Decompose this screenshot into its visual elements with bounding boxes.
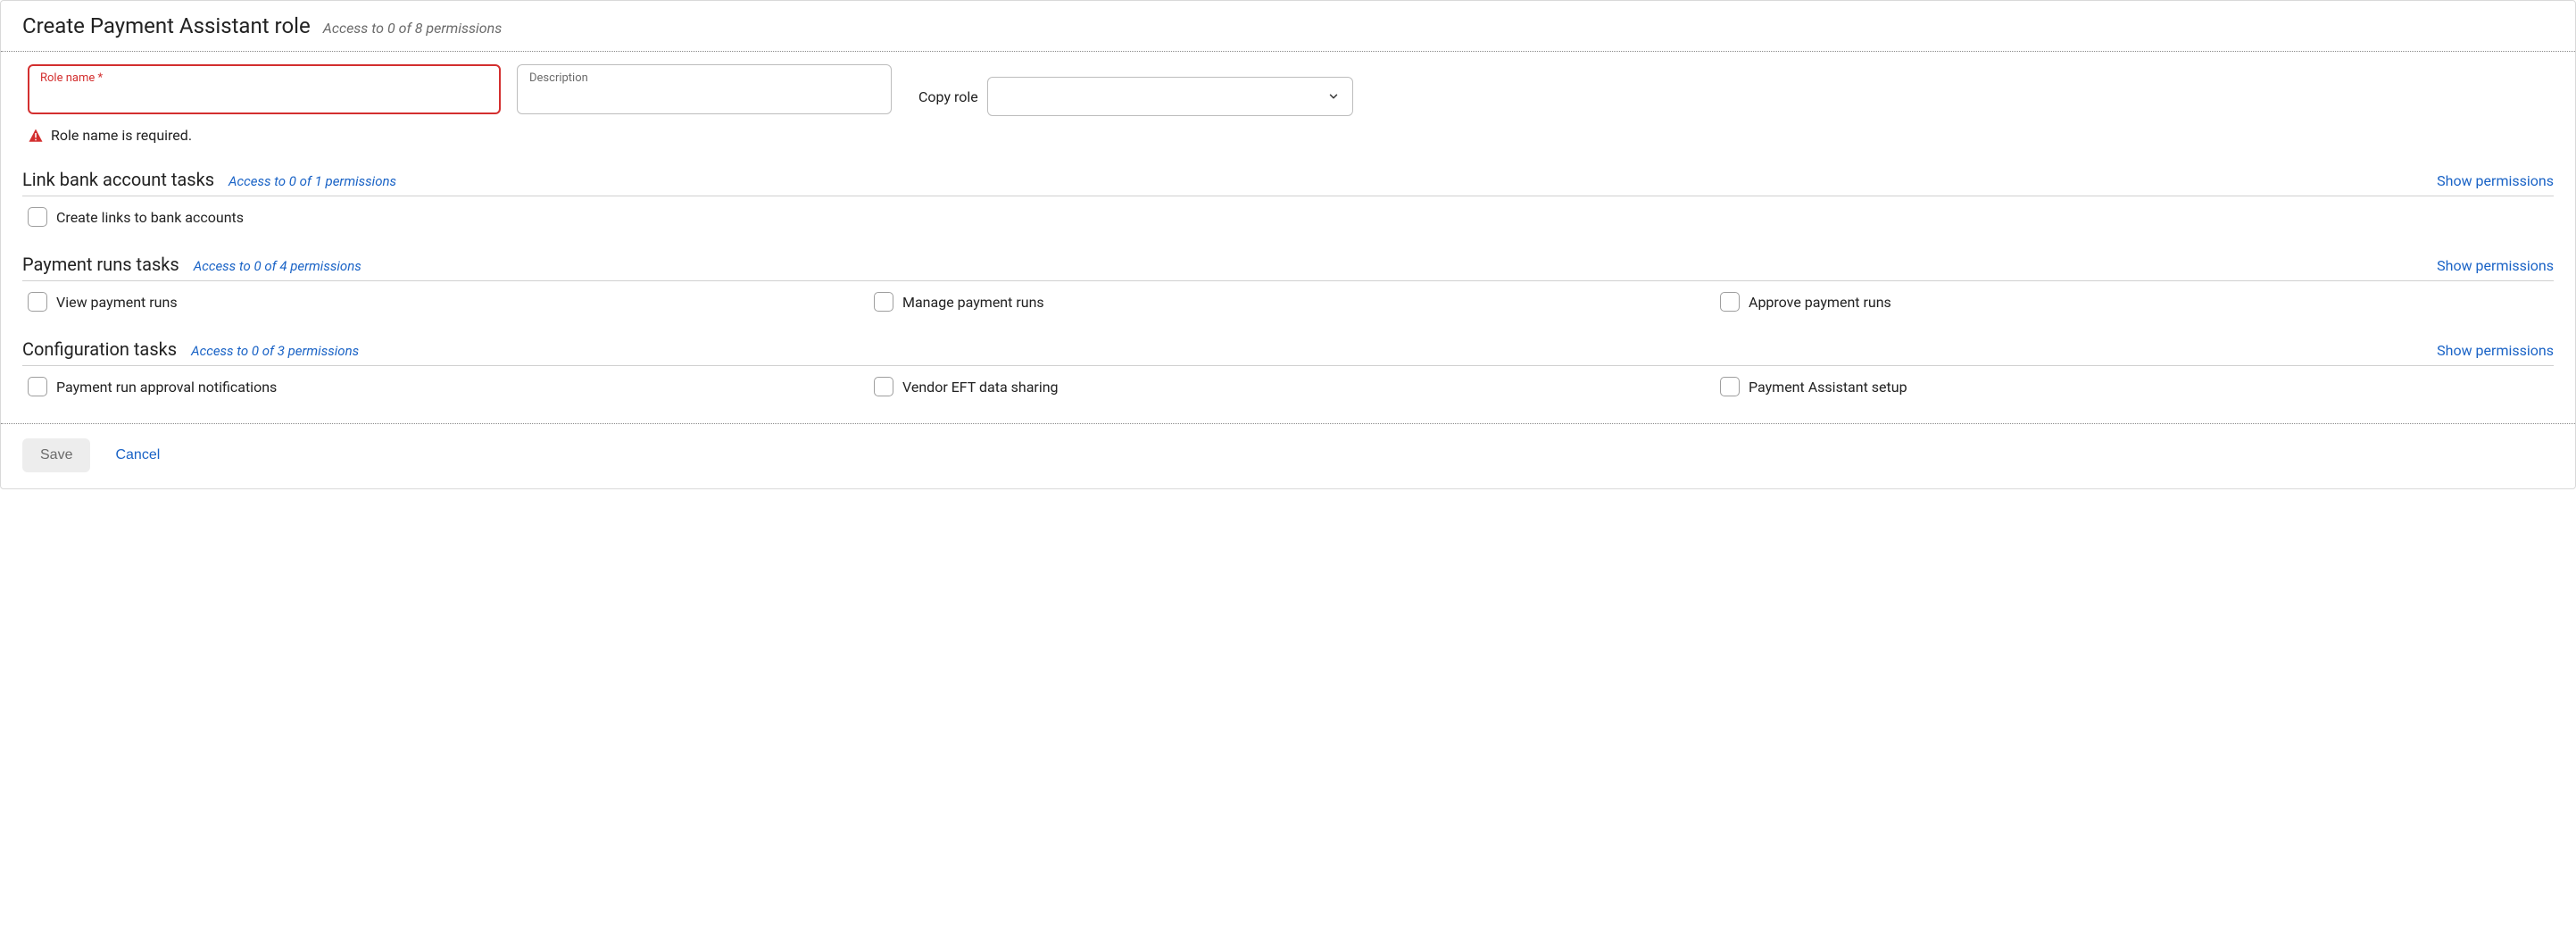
permission-label: Payment run approval notifications: [56, 379, 277, 396]
permission-item-create-links[interactable]: Create links to bank accounts: [28, 207, 856, 227]
copy-role-label: Copy role: [918, 88, 978, 105]
show-permissions-link[interactable]: Show permissions: [2437, 257, 2554, 274]
permission-item-approve-payment-runs[interactable]: Approve payment runs: [1720, 292, 2548, 312]
section-header: Configuration tasks Access to 0 of 3 per…: [22, 338, 2554, 366]
chevron-down-icon: [1327, 90, 1340, 103]
permission-item-payment-assistant-setup[interactable]: Payment Assistant setup: [1720, 377, 2548, 396]
checkbox-create-links[interactable]: [28, 207, 47, 227]
show-permissions-link[interactable]: Show permissions: [2437, 342, 2554, 359]
permission-label: Vendor EFT data sharing: [902, 379, 1059, 396]
checkbox-approve-payment-runs[interactable]: [1720, 292, 1740, 312]
checkbox-vendor-eft[interactable]: [874, 377, 893, 396]
warning-icon: [28, 128, 44, 144]
checkbox-view-payment-runs[interactable]: [28, 292, 47, 312]
role-name-input[interactable]: [28, 64, 501, 114]
permission-item-vendor-eft[interactable]: Vendor EFT data sharing: [874, 377, 1702, 396]
panel-footer: Save Cancel: [1, 424, 2575, 488]
permission-row: Create links to bank accounts: [22, 196, 2554, 232]
show-permissions-link[interactable]: Show permissions: [2437, 172, 2554, 189]
checkbox-payment-assistant-setup[interactable]: [1720, 377, 1740, 396]
panel-title: Create Payment Assistant role: [22, 13, 311, 38]
permission-item-view-payment-runs[interactable]: View payment runs: [28, 292, 856, 312]
role-name-error-text: Role name is required.: [51, 127, 192, 144]
description-field-wrap: Description: [517, 64, 892, 114]
description-input[interactable]: [517, 64, 892, 114]
permission-label: View payment runs: [56, 294, 178, 311]
save-button[interactable]: Save: [22, 438, 90, 472]
section-link-bank: Link bank account tasks Access to 0 of 1…: [1, 153, 2575, 238]
role-name-field-wrap: Role name *: [28, 64, 501, 114]
section-header: Link bank account tasks Access to 0 of 1…: [22, 169, 2554, 196]
role-name-error-line: Role name is required.: [1, 123, 2575, 153]
create-role-panel: Create Payment Assistant role Access to …: [0, 0, 2576, 489]
copy-role-select[interactable]: [987, 77, 1353, 116]
section-subtitle: Access to 0 of 4 permissions: [194, 258, 361, 274]
panel-header: Create Payment Assistant role Access to …: [1, 1, 2575, 51]
checkbox-approval-notifications[interactable]: [28, 377, 47, 396]
section-title: Payment runs tasks: [22, 254, 179, 275]
section-payment-runs: Payment runs tasks Access to 0 of 4 perm…: [1, 238, 2575, 322]
section-configuration: Configuration tasks Access to 0 of 3 per…: [1, 322, 2575, 407]
section-title: Configuration tasks: [22, 338, 177, 360]
permission-item-manage-payment-runs[interactable]: Manage payment runs: [874, 292, 1702, 312]
spacer: [1, 407, 2575, 423]
checkbox-manage-payment-runs[interactable]: [874, 292, 893, 312]
permission-label: Manage payment runs: [902, 294, 1044, 311]
permission-row: View payment runs Manage payment runs Ap…: [22, 281, 2554, 317]
section-header: Payment runs tasks Access to 0 of 4 perm…: [22, 254, 2554, 281]
section-subtitle: Access to 0 of 1 permissions: [229, 173, 396, 189]
form-row: Role name * Description Copy role: [1, 52, 2575, 123]
panel-subtitle: Access to 0 of 8 permissions: [323, 20, 503, 37]
cancel-button[interactable]: Cancel: [115, 447, 160, 463]
section-subtitle: Access to 0 of 3 permissions: [191, 343, 359, 359]
permission-label: Create links to bank accounts: [56, 209, 244, 226]
permission-row: Payment run approval notifications Vendo…: [22, 366, 2554, 402]
permission-label: Payment Assistant setup: [1749, 379, 1907, 396]
section-title: Link bank account tasks: [22, 169, 214, 190]
permission-item-approval-notifications[interactable]: Payment run approval notifications: [28, 377, 856, 396]
permission-label: Approve payment runs: [1749, 294, 1891, 311]
copy-role-wrap: Copy role: [918, 77, 1353, 116]
